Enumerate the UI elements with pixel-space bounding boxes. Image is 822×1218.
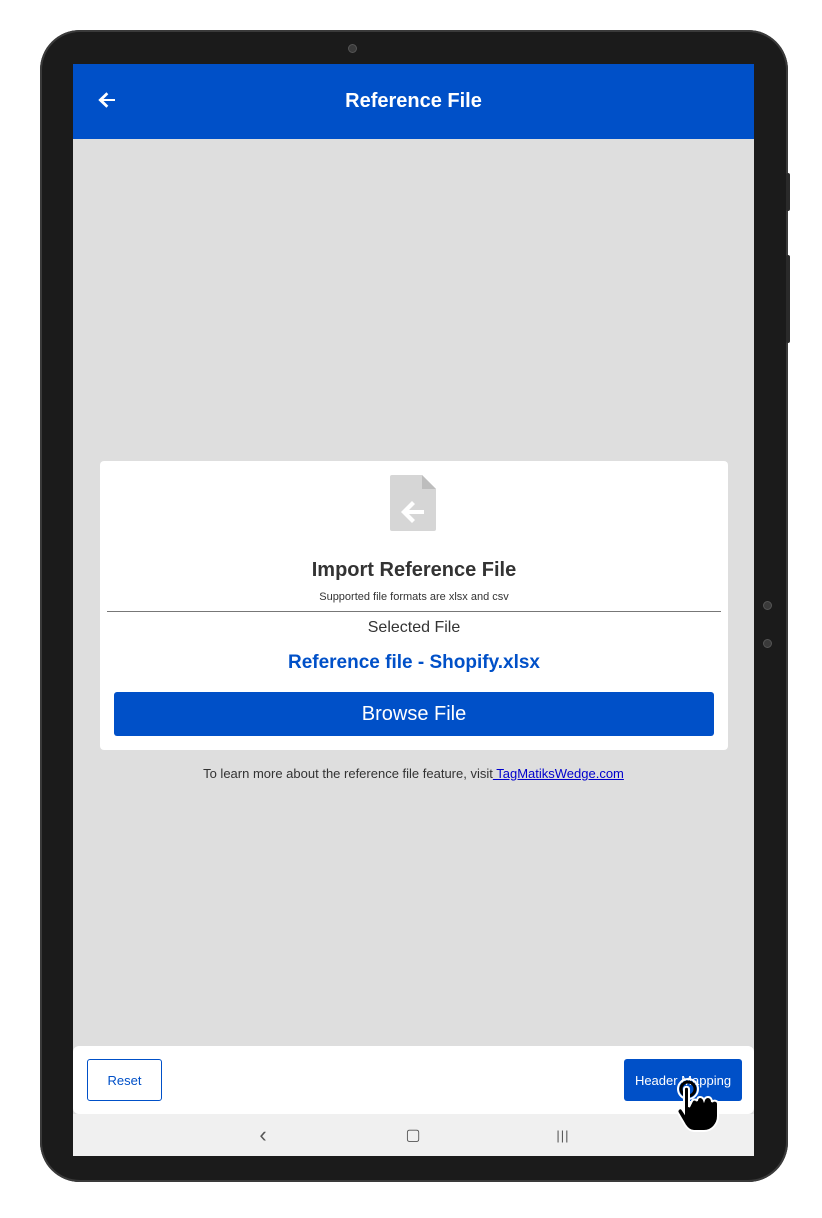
card-title: Import Reference File [311,559,517,581]
side-button-top [786,173,790,211]
app-bar: Reference File [73,64,754,139]
footer-bar: Reset Header Mapping [73,1046,754,1114]
system-nav-bar: ‹ ▢ ||| [73,1114,754,1156]
reset-button[interactable]: Reset [87,1059,162,1101]
header-mapping-button[interactable]: Header Mapping [624,1059,742,1101]
nav-home-icon[interactable]: ▢ [401,1124,425,1146]
selected-file-name: Reference file - Shopify.xlsx [287,652,540,673]
learn-more-label: To learn more about the reference file f… [203,766,493,781]
import-card: Import Reference File Supported file for… [100,461,728,750]
nav-recents-icon[interactable]: ||| [551,1124,575,1146]
divider [107,611,721,612]
file-import-icon [390,475,438,531]
browse-file-button[interactable]: Browse File [114,692,714,736]
page-title: Reference File [345,90,482,112]
front-camera [348,44,357,53]
arrow-left-icon[interactable] [95,88,119,112]
sensor-dot [763,601,772,610]
tagmatiks-link[interactable]: TagMatiksWedge.com [493,766,624,781]
selected-file-label: Selected File [367,619,461,636]
app-screen: Reference File Import Reference File Sup… [73,64,754,1156]
side-button-volume [786,255,790,343]
nav-back-icon[interactable]: ‹ [251,1122,275,1147]
supported-formats-text: Supported file formats are xlsx and csv [319,591,509,603]
learn-more-text: To learn more about the reference file f… [73,766,754,781]
sensor-dot [763,639,772,648]
